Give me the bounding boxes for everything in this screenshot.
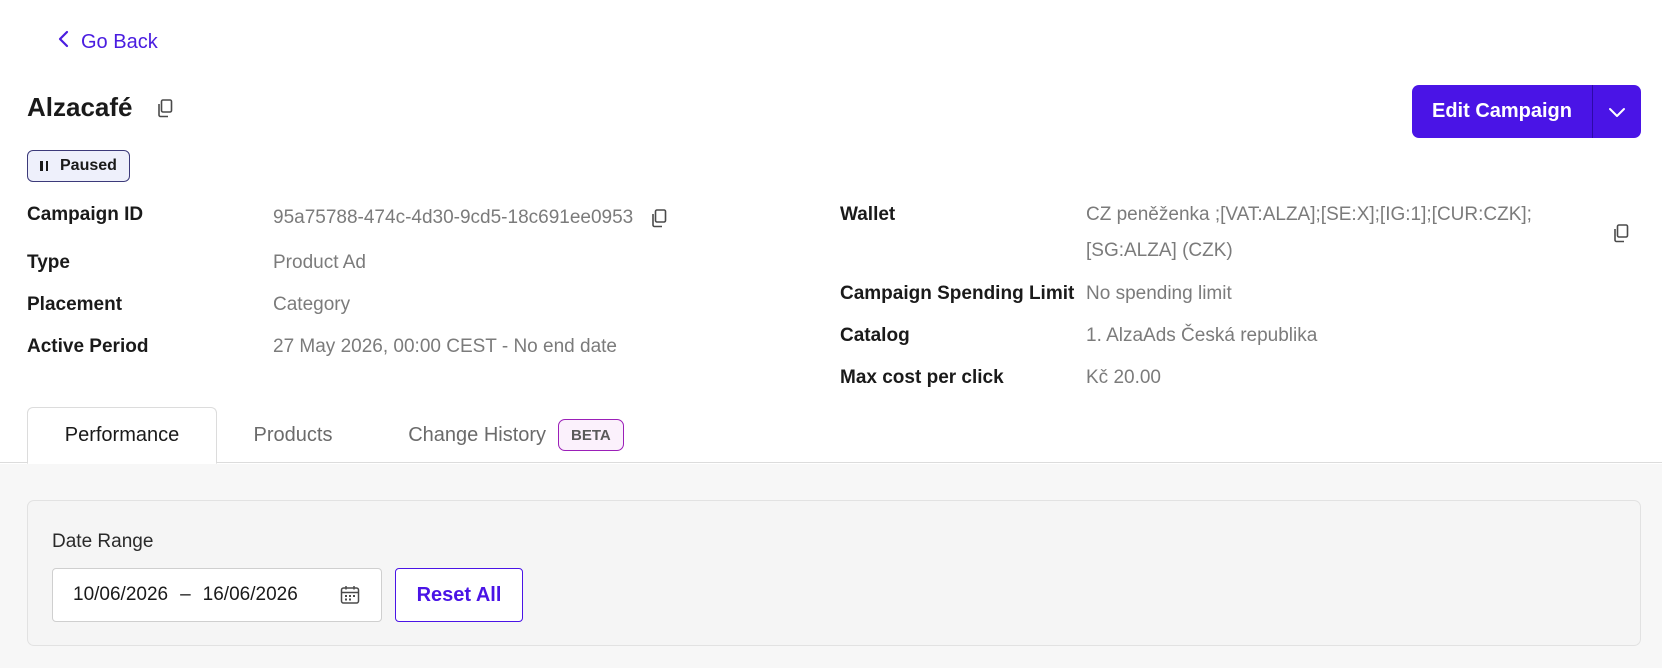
beta-badge: BETA: [558, 419, 624, 451]
edit-campaign-button-group: Edit Campaign: [1412, 85, 1641, 138]
chevron-left-icon: [55, 30, 73, 54]
date-range-label: Date Range: [52, 531, 154, 552]
copy-icon: [649, 208, 669, 228]
copy-icon: [1611, 223, 1631, 243]
status-label: Paused: [60, 157, 117, 174]
detail-catalog: Catalog 1. AlzaAds Česká republika: [840, 318, 1317, 354]
tab-performance[interactable]: Performance: [27, 407, 217, 464]
tab-change-history-label: Change History: [408, 423, 547, 446]
detail-wallet: Wallet CZ peněženka ;[VAT:ALZA];[SE:X];[…: [840, 197, 1640, 269]
detail-campaign-id: Campaign ID 95a75788-474c-4d30-9cd5-18c6…: [27, 197, 671, 236]
performance-panel: Date Range 10/06/2026 – 16/06/2026 Reset…: [0, 464, 1662, 668]
max-cpc-value: Kč 20.00: [1086, 367, 1161, 388]
copy-wallet-button[interactable]: [1609, 221, 1633, 245]
copy-icon: [155, 98, 175, 118]
copy-campaign-id-button[interactable]: [647, 206, 671, 230]
placement-value: Category: [273, 294, 351, 315]
detail-active-period: Active Period 27 May 2026, 00:00 CEST - …: [27, 329, 617, 365]
wallet-value-line-2: [SG:ALZA] (CZK): [1086, 240, 1233, 261]
campaign-header-section: Go Back Alzacafé Paused Edit Campaign Ca…: [0, 0, 1662, 464]
tab-bar: Performance Products Change History BETA: [0, 407, 1662, 464]
pause-icon: [40, 161, 48, 171]
date-from: 10/06/2026: [73, 584, 169, 605]
detail-type: Type Product Ad: [27, 245, 366, 281]
active-period-value: 27 May 2026, 00:00 CEST - No end date: [273, 336, 617, 357]
detail-label: Max cost per click: [840, 367, 1004, 388]
status-badge: Paused: [27, 150, 130, 182]
catalog-value: 1. AlzaAds Česká republika: [1086, 325, 1318, 346]
detail-max-cpc: Max cost per click Kč 20.00: [840, 360, 1161, 396]
calendar-icon[interactable]: [339, 584, 361, 606]
chevron-down-icon: [1607, 102, 1627, 122]
wallet-value: CZ peněženka ;[VAT:ALZA];[SE:X];[IG:1];[…: [1086, 197, 1532, 269]
tab-change-history[interactable]: Change History BETA: [400, 407, 632, 463]
page-title: Alzacafé: [27, 92, 133, 122]
edit-campaign-dropdown-toggle[interactable]: [1593, 85, 1641, 138]
detail-label: Wallet: [840, 204, 896, 225]
wallet-value-line-1: CZ peněženka ;[VAT:ALZA];[SE:X];[IG:1];[…: [1086, 204, 1532, 225]
detail-label: Type: [27, 252, 70, 273]
reset-all-button[interactable]: Reset All: [395, 568, 523, 622]
date-range-picker[interactable]: 10/06/2026 – 16/06/2026: [52, 568, 382, 622]
date-separator: –: [180, 584, 191, 605]
copy-title-button[interactable]: [153, 96, 177, 120]
detail-label: Catalog: [840, 325, 910, 346]
filter-card: Date Range 10/06/2026 – 16/06/2026 Reset…: [27, 500, 1641, 646]
tab-products[interactable]: Products: [230, 407, 356, 463]
detail-label: Placement: [27, 294, 123, 315]
go-back-link[interactable]: Go Back: [55, 30, 158, 54]
type-value: Product Ad: [273, 252, 366, 273]
edit-campaign-button[interactable]: Edit Campaign: [1412, 85, 1593, 138]
detail-placement: Placement Category: [27, 287, 350, 323]
campaign-id-value: 95a75788-474c-4d30-9cd5-18c691ee0953: [273, 207, 634, 228]
date-to: 16/06/2026: [202, 584, 298, 605]
detail-label: Active Period: [27, 336, 149, 357]
detail-spending-limit: Campaign Spending Limit No spending limi…: [840, 276, 1232, 312]
detail-label: Campaign Spending Limit: [840, 283, 1075, 304]
title-row: Alzacafé: [27, 92, 177, 123]
spending-limit-value: No spending limit: [1086, 283, 1232, 304]
go-back-label: Go Back: [81, 30, 158, 53]
detail-label: Campaign ID: [27, 204, 144, 225]
